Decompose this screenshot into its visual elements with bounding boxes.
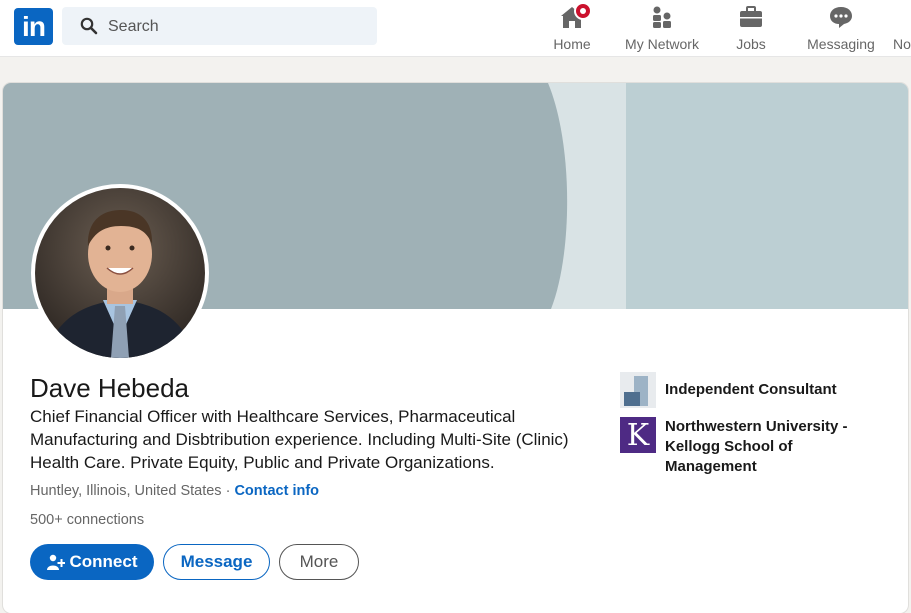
education-text: Northwestern University - Kellogg School… — [665, 418, 848, 475]
profile-name: Dave Hebeda — [30, 373, 189, 403]
current-position-text: Independent Consultant — [665, 381, 837, 398]
profile-photo[interactable] — [31, 184, 209, 362]
education-item[interactable]: K Northwestern University - Kellogg Scho… — [620, 417, 865, 477]
nav-my-network[interactable]: My Network — [620, 0, 704, 56]
message-button-label: Message — [180, 552, 253, 571]
network-icon — [650, 5, 674, 31]
nav-notifications-label: No — [893, 36, 911, 52]
nav-messaging[interactable]: Messaging — [805, 0, 877, 56]
kellogg-logo-icon: K — [620, 417, 656, 453]
separator-dot: · — [225, 483, 231, 499]
search-box[interactable] — [62, 7, 377, 45]
contact-info-link[interactable]: Contact info — [234, 483, 319, 499]
nav-messaging-label: Messaging — [807, 36, 875, 52]
nav-home[interactable]: Home — [548, 0, 596, 56]
profile-location: Huntley, Illinois, United States — [30, 483, 222, 499]
connect-button-label: Connect — [69, 552, 138, 571]
profile-headline: Chief Financial Officer with Healthcare … — [30, 407, 569, 472]
company-logo-icon — [620, 372, 656, 408]
current-position[interactable]: Independent Consultant — [620, 372, 837, 408]
connect-button[interactable]: Connect — [30, 544, 154, 580]
more-button[interactable]: More — [279, 544, 359, 580]
location-line: Huntley, Illinois, United States · Conta… — [30, 483, 319, 499]
nav-home-label: Home — [553, 36, 591, 52]
search-icon — [80, 17, 98, 35]
logo-text: in — [22, 10, 46, 42]
search-input[interactable] — [106, 16, 370, 38]
profile-card: Dave Hebeda Chief Financial Officer with… — [3, 83, 908, 613]
messaging-icon — [828, 5, 854, 31]
nav-jobs[interactable]: Jobs — [728, 0, 774, 56]
add-person-icon — [46, 554, 65, 570]
nav-my-network-label: My Network — [625, 36, 699, 52]
connections-text: 500+ connections — [30, 512, 145, 528]
briefcase-icon — [739, 5, 763, 31]
notification-badge — [574, 2, 592, 20]
more-button-label: More — [299, 552, 339, 571]
nav-jobs-label: Jobs — [736, 36, 766, 52]
notifications-icon — [890, 5, 911, 31]
message-button[interactable]: Message — [163, 544, 270, 580]
kellogg-logo-letter: K — [626, 417, 650, 453]
connections-count[interactable]: 500+ connections — [30, 512, 144, 528]
nav-notifications[interactable]: No — [890, 0, 911, 56]
home-icon — [560, 2, 592, 31]
top-navigation-bar: in Home My Network — [0, 0, 911, 57]
linkedin-logo[interactable]: in — [14, 8, 53, 45]
